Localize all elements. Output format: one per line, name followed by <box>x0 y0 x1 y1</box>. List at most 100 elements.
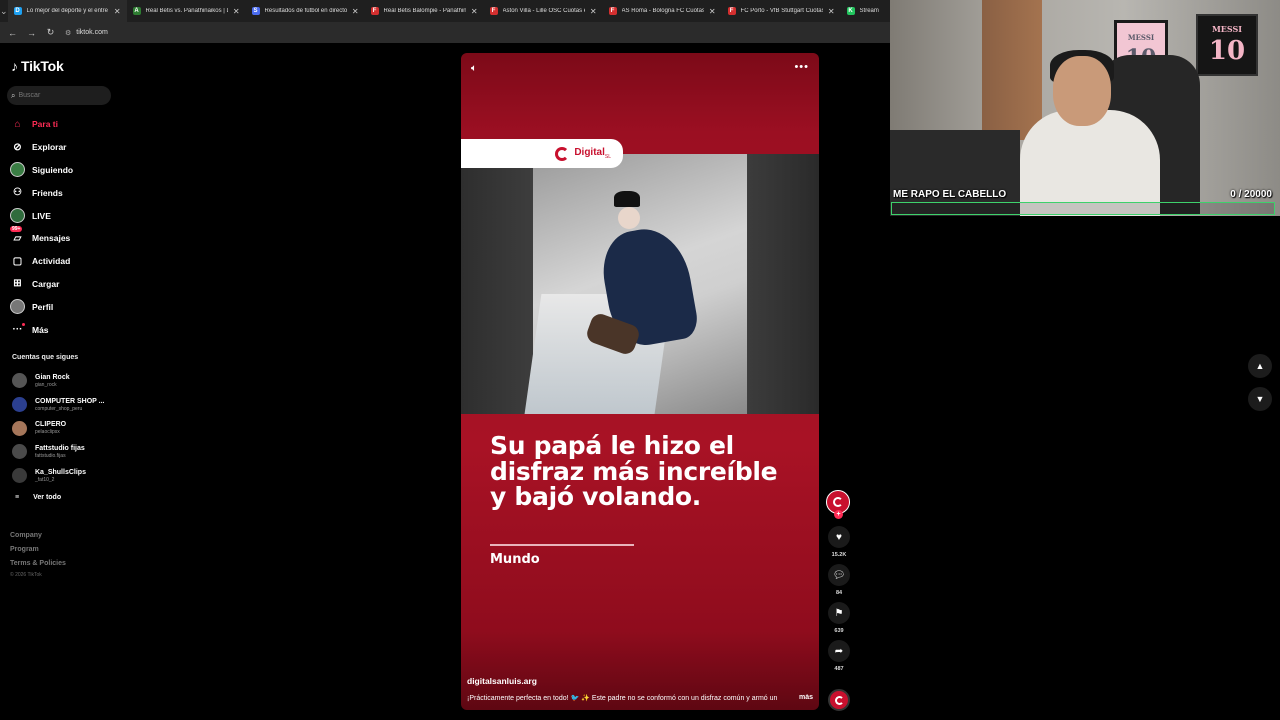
activity-icon: ▢ <box>12 255 23 267</box>
browser-tab[interactable]: K Stream <box>841 0 890 22</box>
browser-tab[interactable]: A Real Betis vs. Panathinaikos | D ✕ <box>127 0 246 22</box>
search-input[interactable] <box>18 92 99 99</box>
tiktok-note-icon: ♪ <box>11 58 18 74</box>
tab-close-icon[interactable]: ✕ <box>114 7 121 16</box>
following-account[interactable]: Fattstudio fijas fattstudio.fijas <box>12 440 105 464</box>
tab-close-icon[interactable]: ✕ <box>590 7 597 16</box>
nav-item-friends[interactable]: ⚇ Friends <box>10 181 73 204</box>
nav-item-siguiendo[interactable]: ● Siguiendo <box>10 159 73 182</box>
live-avatar-icon: ● <box>10 208 25 224</box>
footer-link[interactable]: Company <box>10 529 66 543</box>
tab-title: Lo mejor del deporte y el entre <box>26 8 108 14</box>
main-nav: ⌂ Para ti ⊘ Explorar ● Siguiendo ⚇ Friends ● LIVE… <box>10 113 73 341</box>
tab-close-icon[interactable]: ✕ <box>471 7 478 16</box>
share-action: ➦ 487 <box>826 640 852 674</box>
frame2-number: 10 <box>1208 36 1246 66</box>
previous-video-button[interactable]: ▲ <box>1248 354 1272 378</box>
share-icon[interactable]: ➦ <box>828 640 850 662</box>
footer-link[interactable]: Program <box>10 543 66 557</box>
flying-costume-figure <box>584 189 701 357</box>
browser-tab[interactable]: D Lo mejor del deporte y el entre ✕ <box>7 0 127 22</box>
search-box[interactable]: ⌕ <box>7 86 111 105</box>
nav-item-para-ti[interactable]: ⌂ Para ti <box>10 113 73 136</box>
like-count: 15.2K <box>831 552 847 558</box>
goal-title: ME RAPO EL CABELLO <box>893 189 1007 200</box>
browser-tab[interactable]: F AS Roma - Bologna FC Cuotas ✕ <box>603 0 722 22</box>
account-name: Fattstudio fijas <box>35 444 85 452</box>
frame2-text: MESSI <box>1211 24 1243 34</box>
video-author[interactable]: digitalsanluis.arg <box>467 676 537 686</box>
browser-tab[interactable]: F FC Porto - VfB Stuttgart Cuotas ✕ <box>722 0 841 22</box>
heart-icon[interactable]: ♥ <box>828 526 850 548</box>
volume-icon[interactable]: 🔈︎ <box>471 63 477 74</box>
brand-suffix: SL <box>604 154 611 160</box>
avatar <box>12 468 27 484</box>
see-all-button[interactable]: ≡ Ver todo <box>12 487 105 507</box>
goal-progress-bar <box>891 202 1275 215</box>
tiktok-logo[interactable]: ♪ TikTok <box>11 58 64 74</box>
video-player[interactable]: 🔈︎ ••• DigitalSL Su papá le hizo el disf… <box>461 53 819 710</box>
nav-item-live[interactable]: ● LIVE <box>10 204 73 227</box>
account-username: _fat10_2 <box>35 476 55 483</box>
nav-item-cargar[interactable]: ⊞ Cargar <box>10 273 73 296</box>
tab-favicon-icon: F <box>727 7 736 15</box>
nav-item-más[interactable]: ··· Más <box>10 318 73 341</box>
following-account[interactable]: Ka_ShullsClips _fat10_2 <box>12 464 105 488</box>
goal-counter: 0 / 20000 <box>1230 189 1272 200</box>
account-name: Ka_ShullsClips <box>35 468 86 476</box>
tab-favicon-icon: S <box>251 7 260 15</box>
copyright-text: © 2026 TikTok <box>10 572 42 578</box>
tab-close-icon[interactable]: ✕ <box>828 7 835 16</box>
more-icon: ··· <box>10 322 25 337</box>
address-field[interactable]: ⚙ tiktok.com <box>65 29 108 37</box>
nav-label: Friends <box>32 187 63 198</box>
browser-tab[interactable]: F Real Betis Balompié - Panathin ✕ <box>365 0 484 22</box>
browser-tab[interactable]: S Resultados de fútbol en directo ✕ <box>246 0 365 22</box>
nav-item-perfil[interactable]: ● Perfil <box>10 295 73 318</box>
site-info-icon[interactable]: ⚙ <box>65 29 71 37</box>
nav-label: Perfil <box>32 301 54 312</box>
following-account[interactable]: Gian Rock gian_rock <box>12 369 105 393</box>
caption-category: Mundo <box>490 552 540 567</box>
description-text: ¡Prácticamente perfecta en todo! 🐦 ✨ Est… <box>467 695 778 702</box>
follow-plus-icon[interactable]: + <box>834 510 843 519</box>
tab-close-icon[interactable]: ✕ <box>709 7 716 16</box>
following-account[interactable]: CLIPERO pelaoclipsx <box>12 416 105 440</box>
more-options-icon[interactable]: ••• <box>794 61 809 73</box>
tab-search-menu-icon[interactable]: ⌄ <box>0 0 8 22</box>
tab-close-icon[interactable]: ✕ <box>352 7 359 16</box>
nav-label: Más <box>32 324 49 335</box>
following-account[interactable]: COMPUTER SHOP ... computer_shop_peru <box>12 393 105 417</box>
avatar <box>12 397 27 413</box>
nav-item-explorar[interactable]: ⊘ Explorar <box>10 136 73 159</box>
next-video-button[interactable]: ▼ <box>1248 387 1272 411</box>
tab-close-icon[interactable]: ✕ <box>233 7 240 16</box>
reload-icon[interactable]: ↻ <box>42 24 59 41</box>
browser-tab[interactable]: F Aston Villa - Lille OSC Cuotas e ✕ <box>484 0 603 22</box>
nav-item-actividad[interactable]: ▢ Actividad <box>10 250 73 273</box>
description-more-button[interactable]: más <box>799 694 813 702</box>
author-avatar[interactable]: + <box>826 490 850 519</box>
caption-divider <box>490 544 634 546</box>
url-text: tiktok.com <box>76 29 108 36</box>
bookmark-icon[interactable]: ⚑ <box>828 602 850 624</box>
forward-icon[interactable]: → <box>23 24 40 41</box>
account-username: pelaoclipsx <box>35 429 60 436</box>
messages-icon: ▱ 99+ <box>10 225 23 244</box>
footer-link[interactable]: Terms & Policies <box>10 557 66 571</box>
video-actions: + ♥ 15.2K 💬︎ 84 ⚑ 639 ➦ 487 <box>826 490 852 678</box>
comment-icon[interactable]: 💬︎ <box>828 564 850 586</box>
comment-action: 💬︎ 84 <box>826 564 852 598</box>
brand-logo-icon <box>555 146 570 161</box>
tab-title: Real Betis vs. Panathinaikos | D <box>145 8 228 14</box>
comment-count: 84 <box>835 590 843 596</box>
video-caption: Su papá le hizo el disfraz más increíble… <box>490 431 778 511</box>
see-all-label: Ver todo <box>33 493 62 501</box>
message-badge: 99+ <box>10 225 23 232</box>
music-disc-icon[interactable] <box>828 689 850 711</box>
nav-item-mensajes[interactable]: ▱ 99+ Mensajes <box>10 225 73 250</box>
account-username: computer_shop_peru <box>35 405 83 412</box>
back-icon[interactable]: ← <box>4 24 21 41</box>
tab-title: AS Roma - Bologna FC Cuotas <box>621 8 704 14</box>
browser-tab-strip: ⌄ D Lo mejor del deporte y el entre ✕ A Real… <box>0 0 890 22</box>
